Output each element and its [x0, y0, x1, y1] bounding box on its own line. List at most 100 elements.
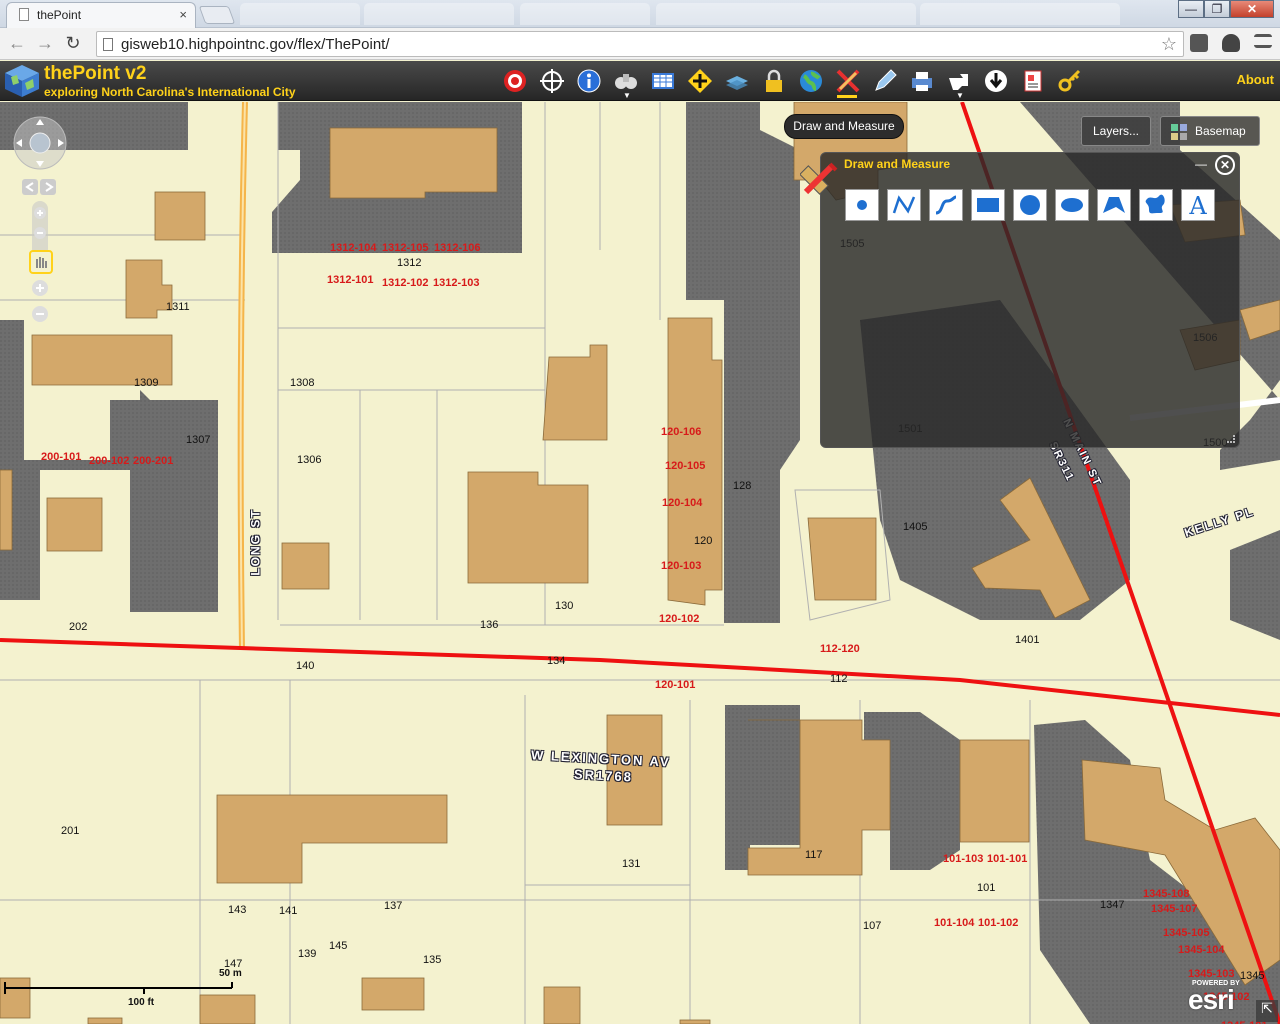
- reload-button[interactable]: ↻: [62, 32, 84, 54]
- street-label: LONG ST: [248, 508, 263, 576]
- parcel-label: 1345-104: [1178, 944, 1225, 956]
- parcel-label: 200-102: [89, 455, 130, 467]
- parcel-label: 101-103: [943, 853, 984, 865]
- esri-logo: esri: [1188, 984, 1235, 1015]
- crosshair-icon[interactable]: [533, 64, 570, 98]
- url-text: gisweb10.highpointnc.gov/flex/ThePoint/: [121, 36, 390, 53]
- table-icon[interactable]: [644, 64, 681, 98]
- parcel-label: 1312-105: [382, 242, 429, 254]
- binoculars-icon[interactable]: ▼: [607, 64, 644, 100]
- freehand-line-tool-icon[interactable]: [929, 189, 963, 221]
- close-panel-button[interactable]: ✕: [1215, 155, 1235, 175]
- draw-measure-icon[interactable]: [829, 64, 866, 98]
- lock-icon[interactable]: [755, 64, 792, 98]
- document-icon[interactable]: [1014, 64, 1051, 98]
- key-icon[interactable]: [1051, 64, 1088, 98]
- minimize-panel-button[interactable]: —: [1195, 157, 1207, 171]
- parcel-label: 134: [547, 655, 566, 667]
- parcel-label: 120-104: [662, 497, 703, 509]
- basemap-label: Basemap: [1195, 124, 1246, 138]
- new-tab-button[interactable]: [198, 6, 236, 24]
- forward-button[interactable]: →: [34, 32, 56, 54]
- address-bar[interactable]: gisweb10.highpointnc.gov/flex/ThePoint/ …: [96, 31, 1184, 57]
- menu-icon[interactable]: [1254, 34, 1272, 48]
- parcel-label: 1312-104: [330, 242, 377, 254]
- parcel-label: 143: [228, 904, 247, 916]
- parcel-label: 1312-102: [382, 277, 429, 289]
- blurred-tab[interactable]: [520, 3, 650, 25]
- pocket-icon[interactable]: [1222, 34, 1240, 52]
- blurred-tab[interactable]: [920, 3, 1120, 25]
- browser-tab-strip: thePoint × — ❐ ✕: [0, 0, 1280, 28]
- layers-stack-icon[interactable]: [718, 64, 755, 98]
- parcel-label: 1347: [1100, 899, 1125, 911]
- parcel-label: 201: [61, 825, 80, 837]
- parcel-label: 1308: [290, 377, 315, 389]
- about-link[interactable]: About: [1236, 72, 1274, 87]
- minimize-button[interactable]: —: [1178, 0, 1204, 18]
- parcel-label: 1309: [134, 377, 159, 389]
- text-tool-icon[interactable]: A: [1181, 189, 1215, 221]
- widget-toolbar: ▼ ▼: [496, 64, 1088, 100]
- draw-measure-icon: [800, 162, 838, 195]
- target-icon[interactable]: [496, 64, 533, 98]
- bookmark-star-icon[interactable]: ☆: [1161, 34, 1177, 55]
- back-button[interactable]: ←: [6, 32, 28, 54]
- parcel-label: 141: [279, 905, 298, 917]
- parcel-label: 120-103: [661, 560, 702, 572]
- panel-title: Draw and Measure: [844, 157, 951, 171]
- info-icon[interactable]: [570, 64, 607, 98]
- tab-close-button[interactable]: ×: [179, 7, 187, 22]
- parcel-label: 137: [384, 900, 403, 912]
- close-window-button[interactable]: ✕: [1230, 0, 1274, 18]
- parcel-label: 1312-101: [327, 274, 374, 286]
- panel-resize-handle[interactable]: [1227, 435, 1235, 443]
- parcel-label: 112-120: [820, 643, 860, 655]
- circle-tool-icon[interactable]: [1013, 189, 1047, 221]
- parcel-label: 101: [977, 882, 996, 894]
- freehand-polygon-tool-icon[interactable]: [1139, 189, 1173, 221]
- parcel-label: 130: [555, 600, 574, 612]
- globe-icon[interactable]: [792, 64, 829, 98]
- parcel-label: 1311: [166, 301, 190, 313]
- blurred-tab[interactable]: [656, 3, 916, 25]
- draw-measure-panel: Draw and Measure — ✕ A: [820, 152, 1240, 448]
- tab-thepoint[interactable]: thePoint ×: [6, 2, 196, 28]
- blurred-tab[interactable]: [364, 3, 514, 25]
- maximize-button[interactable]: ❐: [1204, 0, 1230, 18]
- expand-icon[interactable]: ⇱: [1256, 1000, 1278, 1022]
- scale-metric-label: 50 m: [219, 968, 242, 979]
- download-icon[interactable]: [977, 64, 1014, 98]
- pencil-icon[interactable]: [866, 64, 903, 98]
- parcel-label: 1345-107: [1151, 903, 1198, 915]
- parcel-label: 135: [423, 954, 442, 966]
- polygon-tool-icon[interactable]: [1097, 189, 1131, 221]
- point-tool-icon[interactable]: [845, 189, 879, 221]
- map-navigation-control[interactable]: [10, 113, 70, 323]
- logo-cube-icon: [5, 65, 39, 97]
- basemap-grid-icon: [1171, 124, 1187, 140]
- parcel-label: 120-106: [661, 426, 702, 438]
- parcel-label: 200-101: [41, 451, 82, 463]
- parcel-label: 120: [694, 535, 713, 547]
- parcel-label: 101-102: [978, 917, 1019, 929]
- hand-pointer-icon[interactable]: ▼: [940, 64, 977, 100]
- polyline-tool-icon[interactable]: [887, 189, 921, 221]
- extension-icon[interactable]: [1190, 34, 1208, 52]
- rectangle-tool-icon[interactable]: [971, 189, 1005, 221]
- parcel-label: 1312-103: [433, 277, 480, 289]
- move-icon[interactable]: [681, 64, 718, 98]
- app-subtitle: exploring North Carolina's International…: [44, 85, 296, 99]
- basemap-button[interactable]: Basemap: [1160, 116, 1260, 146]
- parcel-label: 117: [805, 849, 823, 861]
- parcel-label: 1312-106: [434, 242, 481, 254]
- street-label: SR1768: [573, 766, 634, 785]
- parcel-label: 131: [622, 858, 641, 870]
- print-icon[interactable]: [903, 64, 940, 98]
- parcel-label: 136: [480, 619, 499, 631]
- page-icon: [103, 38, 113, 51]
- blurred-tab[interactable]: [240, 3, 360, 25]
- ellipse-tool-icon[interactable]: [1055, 189, 1089, 221]
- tab-title: thePoint: [37, 8, 82, 22]
- layers-button[interactable]: Layers...: [1081, 116, 1151, 146]
